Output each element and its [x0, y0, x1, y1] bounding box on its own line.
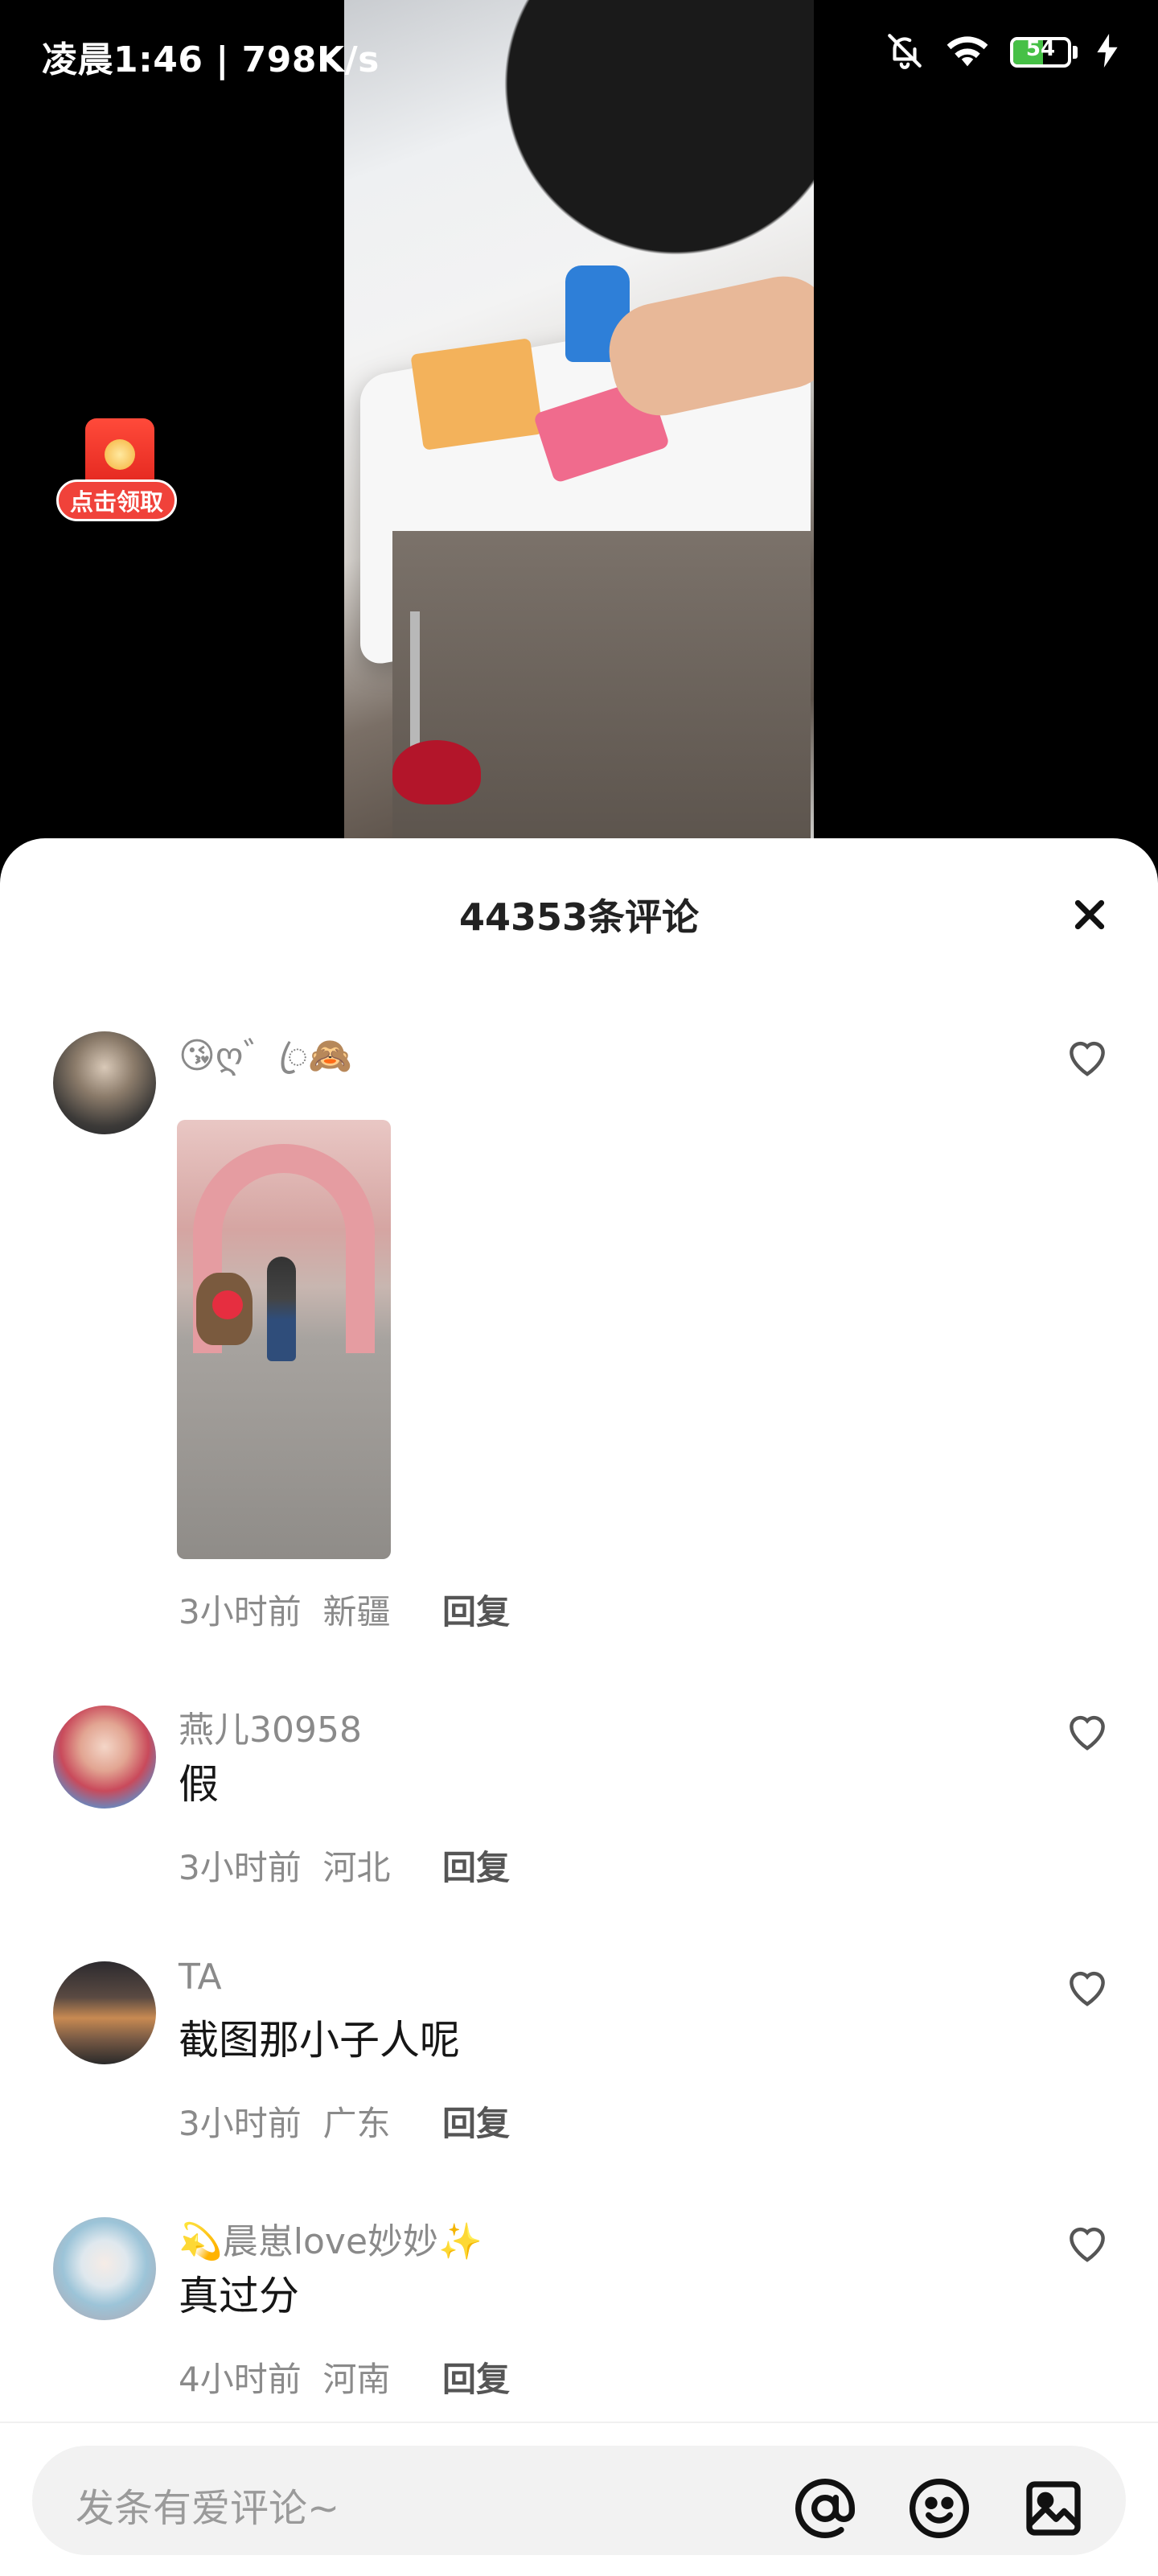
comment-time: 3小时前 [179, 1848, 302, 1887]
video-plunger-head [392, 740, 481, 804]
comment-meta: 3小时前 广东 [179, 2097, 390, 2146]
bell-off-icon [885, 31, 925, 74]
comment-location: 新疆 [322, 1592, 391, 1632]
video-plunger-stick [410, 611, 420, 756]
comment-time: 3小时前 [179, 1592, 302, 1632]
comment-meta: 3小时前 河北 [179, 1841, 390, 1890]
comment-time: 4小时前 [179, 2360, 302, 2399]
comment-username[interactable]: 燕儿30958 [179, 1701, 362, 1752]
emoji-icon[interactable] [907, 2476, 971, 2541]
close-icon[interactable] [1070, 895, 1110, 935]
video-cabinet [392, 531, 811, 853]
charging-icon [1097, 34, 1118, 71]
comment-username[interactable]: 😘ღ゛ꦿ🙈 [179, 1027, 352, 1101]
comment-location: 河北 [322, 1848, 391, 1887]
video-tissue-box [410, 338, 544, 451]
reply-button[interactable]: 回复 [442, 2352, 510, 2401]
avatar[interactable] [53, 1706, 156, 1809]
reply-button[interactable]: 回复 [442, 2097, 510, 2146]
comment-username[interactable]: 💫晨崽love妙妙✨ [179, 2212, 482, 2264]
comment-meta: 3小时前 新疆 [179, 1585, 390, 1634]
avatar[interactable] [53, 1961, 156, 2064]
heart-icon[interactable] [1063, 1709, 1115, 1755]
reply-button[interactable]: 回复 [442, 1841, 510, 1890]
avatar[interactable] [53, 2217, 156, 2320]
comment-location: 广东 [322, 2104, 391, 2143]
comment-username[interactable]: TA [179, 1957, 222, 1998]
status-bar: 凌晨1:46 | 798K/s 54 [0, 0, 1158, 105]
battery-icon: 54 [1010, 37, 1078, 68]
comment-text: 假 [179, 1761, 219, 1808]
reply-button[interactable]: 回复 [442, 1585, 510, 1634]
comment-location: 河南 [322, 2360, 391, 2399]
at-icon[interactable] [793, 2476, 857, 2541]
comment-image[interactable] [177, 1120, 391, 1559]
comment-time: 3小时前 [179, 2104, 302, 2143]
heart-icon[interactable] [1063, 2220, 1115, 2267]
wifi-icon [944, 31, 991, 74]
battery-level: 54 [1025, 37, 1056, 61]
comment-text: 真过分 [179, 2273, 299, 2319]
status-icons: 54 [885, 31, 1118, 74]
comment-meta: 4小时前 河南 [179, 2352, 390, 2401]
video-frame [344, 0, 814, 853]
comment-input-placeholder: 发条有爱评论~ [76, 2486, 340, 2531]
heart-icon[interactable] [1063, 1035, 1115, 1081]
heart-figure [212, 1290, 243, 1319]
red-packet-label: 点击领取 [56, 479, 177, 521]
comment-input[interactable]: 发条有爱评论~ [32, 2446, 1126, 2555]
avatar[interactable] [53, 1031, 156, 1134]
image-icon[interactable] [1021, 2476, 1086, 2541]
comment-text: 截图那小子人呢 [179, 2017, 460, 2064]
comments-sheet: 44353条评论 😘ღ゛ꦿ🙈 3小时前 新疆 回复 燕儿30958 假 3小时前… [0, 838, 1158, 2574]
status-time: 凌晨1:46 | 798K/s [42, 39, 380, 80]
heart-icon[interactable] [1063, 1965, 1115, 2011]
comment-input-bar: 发条有爱评论~ [0, 2422, 1158, 2576]
coin-icon [105, 439, 135, 470]
person-figure [267, 1257, 296, 1361]
comments-title: 44353条评论 [458, 895, 700, 939]
red-packet-widget[interactable]: 点击领取 [55, 418, 183, 539]
